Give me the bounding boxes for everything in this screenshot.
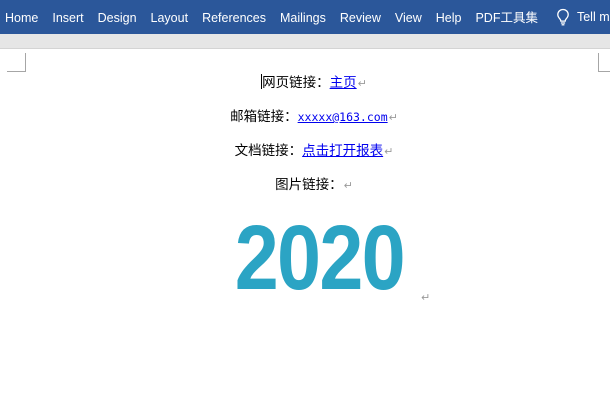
tab-help[interactable]: Help: [429, 0, 469, 34]
email-link-label: 邮箱链接：: [230, 109, 298, 125]
paragraph-email-link[interactable]: 邮箱链接：xxxxx@163.com↵: [0, 105, 610, 125]
document-page[interactable]: 网页链接：主页↵ 邮箱链接：xxxxx@163.com↵ 文档链接：点击打开报表…: [0, 49, 610, 409]
paragraph-mark: ↵: [343, 179, 353, 192]
paragraph-image-link[interactable]: 图片链接：↵: [0, 173, 610, 193]
tab-home[interactable]: Home: [0, 0, 45, 34]
tab-layout[interactable]: Layout: [144, 0, 196, 34]
tab-design[interactable]: Design: [91, 0, 144, 34]
linked-image-2020[interactable]: 2020: [224, 207, 414, 309]
web-link-homepage[interactable]: 主页: [330, 75, 357, 91]
web-link-label: 网页链接：: [262, 75, 330, 91]
crop-mark-right: [598, 53, 610, 72]
paragraph-mark: ↵: [421, 291, 431, 304]
email-link[interactable]: xxxxx@163.com: [298, 110, 388, 124]
ruler-strip: [0, 34, 610, 49]
doc-link-report[interactable]: 点击打开报表: [302, 143, 383, 159]
tab-review[interactable]: Review: [333, 0, 388, 34]
paragraph-mark: ↵: [384, 145, 394, 158]
paragraph-mark: ↵: [388, 111, 398, 124]
tell-me-search[interactable]: Tell me: [577, 0, 610, 34]
image-2020-text: 2020: [234, 207, 405, 309]
paragraph-web-link[interactable]: 网页链接：主页↵: [0, 71, 610, 91]
ribbon-tab-bar: Home Insert Design Layout References Mai…: [0, 0, 610, 34]
tab-view[interactable]: View: [388, 0, 429, 34]
tab-pdf-tools[interactable]: PDF工具集: [468, 0, 545, 34]
paragraph-doc-link[interactable]: 文档链接：点击打开报表↵: [0, 139, 610, 159]
tab-mailings[interactable]: Mailings: [273, 0, 333, 34]
lightbulb-icon[interactable]: [549, 0, 577, 34]
doc-link-label: 文档链接：: [234, 143, 303, 159]
paragraph-mark: ↵: [357, 77, 367, 90]
tab-references[interactable]: References: [195, 0, 273, 34]
tab-insert[interactable]: Insert: [45, 0, 90, 34]
image-link-label: 图片链接：: [275, 177, 343, 193]
crop-mark-left: [7, 53, 26, 72]
